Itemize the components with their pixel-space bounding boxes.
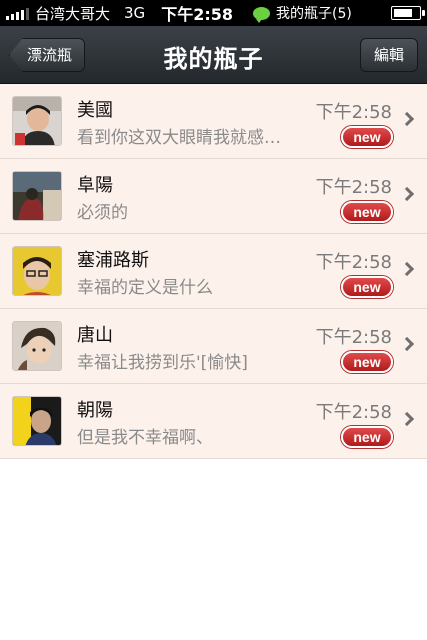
signal-strength-icon: [6, 6, 29, 20]
chevron-right-icon: [399, 411, 415, 427]
new-badge: new: [341, 201, 393, 223]
network-type: 3G: [124, 4, 146, 22]
list-item[interactable]: 塞浦路斯 幸福的定义是什么 下午2:58 new: [0, 234, 427, 309]
message-preview: 但是我不幸福啊、: [77, 428, 213, 448]
clock: 下午2:58: [161, 5, 233, 24]
message-preview: 看到你这双大眼睛我就感…: [77, 128, 281, 148]
notification-text: 我的瓶子(5): [276, 6, 352, 22]
avatar: [12, 396, 62, 446]
avatar: [12, 171, 62, 221]
wechat-notification[interactable]: 我的瓶子(5): [253, 3, 352, 23]
sender-name: 美國: [77, 100, 113, 121]
bottle-list: 美國 看到你这双大眼睛我就感… 下午2:58 new 阜陽 必须的 下午2:58…: [0, 84, 427, 459]
sender-name: 朝陽: [77, 400, 113, 421]
battery-level: [394, 9, 412, 17]
chevron-right-icon: [399, 186, 415, 202]
sender-name: 阜陽: [77, 175, 113, 196]
list-item[interactable]: 朝陽 但是我不幸福啊、 下午2:58 new: [0, 384, 427, 459]
new-badge: new: [341, 276, 393, 298]
chevron-right-icon: [399, 111, 415, 127]
message-preview: 幸福的定义是什么: [77, 278, 213, 298]
list-item[interactable]: 唐山 幸福让我捞到乐'[愉快] 下午2:58 new: [0, 309, 427, 384]
message-time: 下午2:58: [315, 102, 392, 123]
message-time: 下午2:58: [315, 402, 392, 423]
chevron-right-icon: [399, 336, 415, 352]
status-bar: 台湾大哥大 3G 下午2:58 我的瓶子(5): [0, 0, 427, 26]
wechat-bubble-icon: [253, 6, 270, 23]
sender-name: 塞浦路斯: [77, 250, 149, 271]
sender-name: 唐山: [77, 325, 113, 346]
avatar: [12, 321, 62, 371]
avatar: [12, 96, 62, 146]
list-item[interactable]: 阜陽 必须的 下午2:58 new: [0, 159, 427, 234]
list-item[interactable]: 美國 看到你这双大眼睛我就感… 下午2:58 new: [0, 84, 427, 159]
edit-button[interactable]: 編輯: [360, 38, 418, 72]
carrier-name: 台湾大哥大: [35, 4, 111, 23]
new-badge: new: [341, 426, 393, 448]
navigation-bar: 漂流瓶 我的瓶子 編輯: [0, 26, 427, 84]
message-preview: 必须的: [77, 203, 128, 223]
message-time: 下午2:58: [315, 252, 392, 273]
avatar: [12, 246, 62, 296]
message-preview: 幸福让我捞到乐'[愉快]: [77, 353, 248, 373]
new-badge: new: [341, 126, 393, 148]
chevron-right-icon: [399, 261, 415, 277]
message-time: 下午2:58: [315, 177, 392, 198]
battery-icon: [391, 6, 425, 20]
new-badge: new: [341, 351, 393, 373]
message-time: 下午2:58: [315, 327, 392, 348]
